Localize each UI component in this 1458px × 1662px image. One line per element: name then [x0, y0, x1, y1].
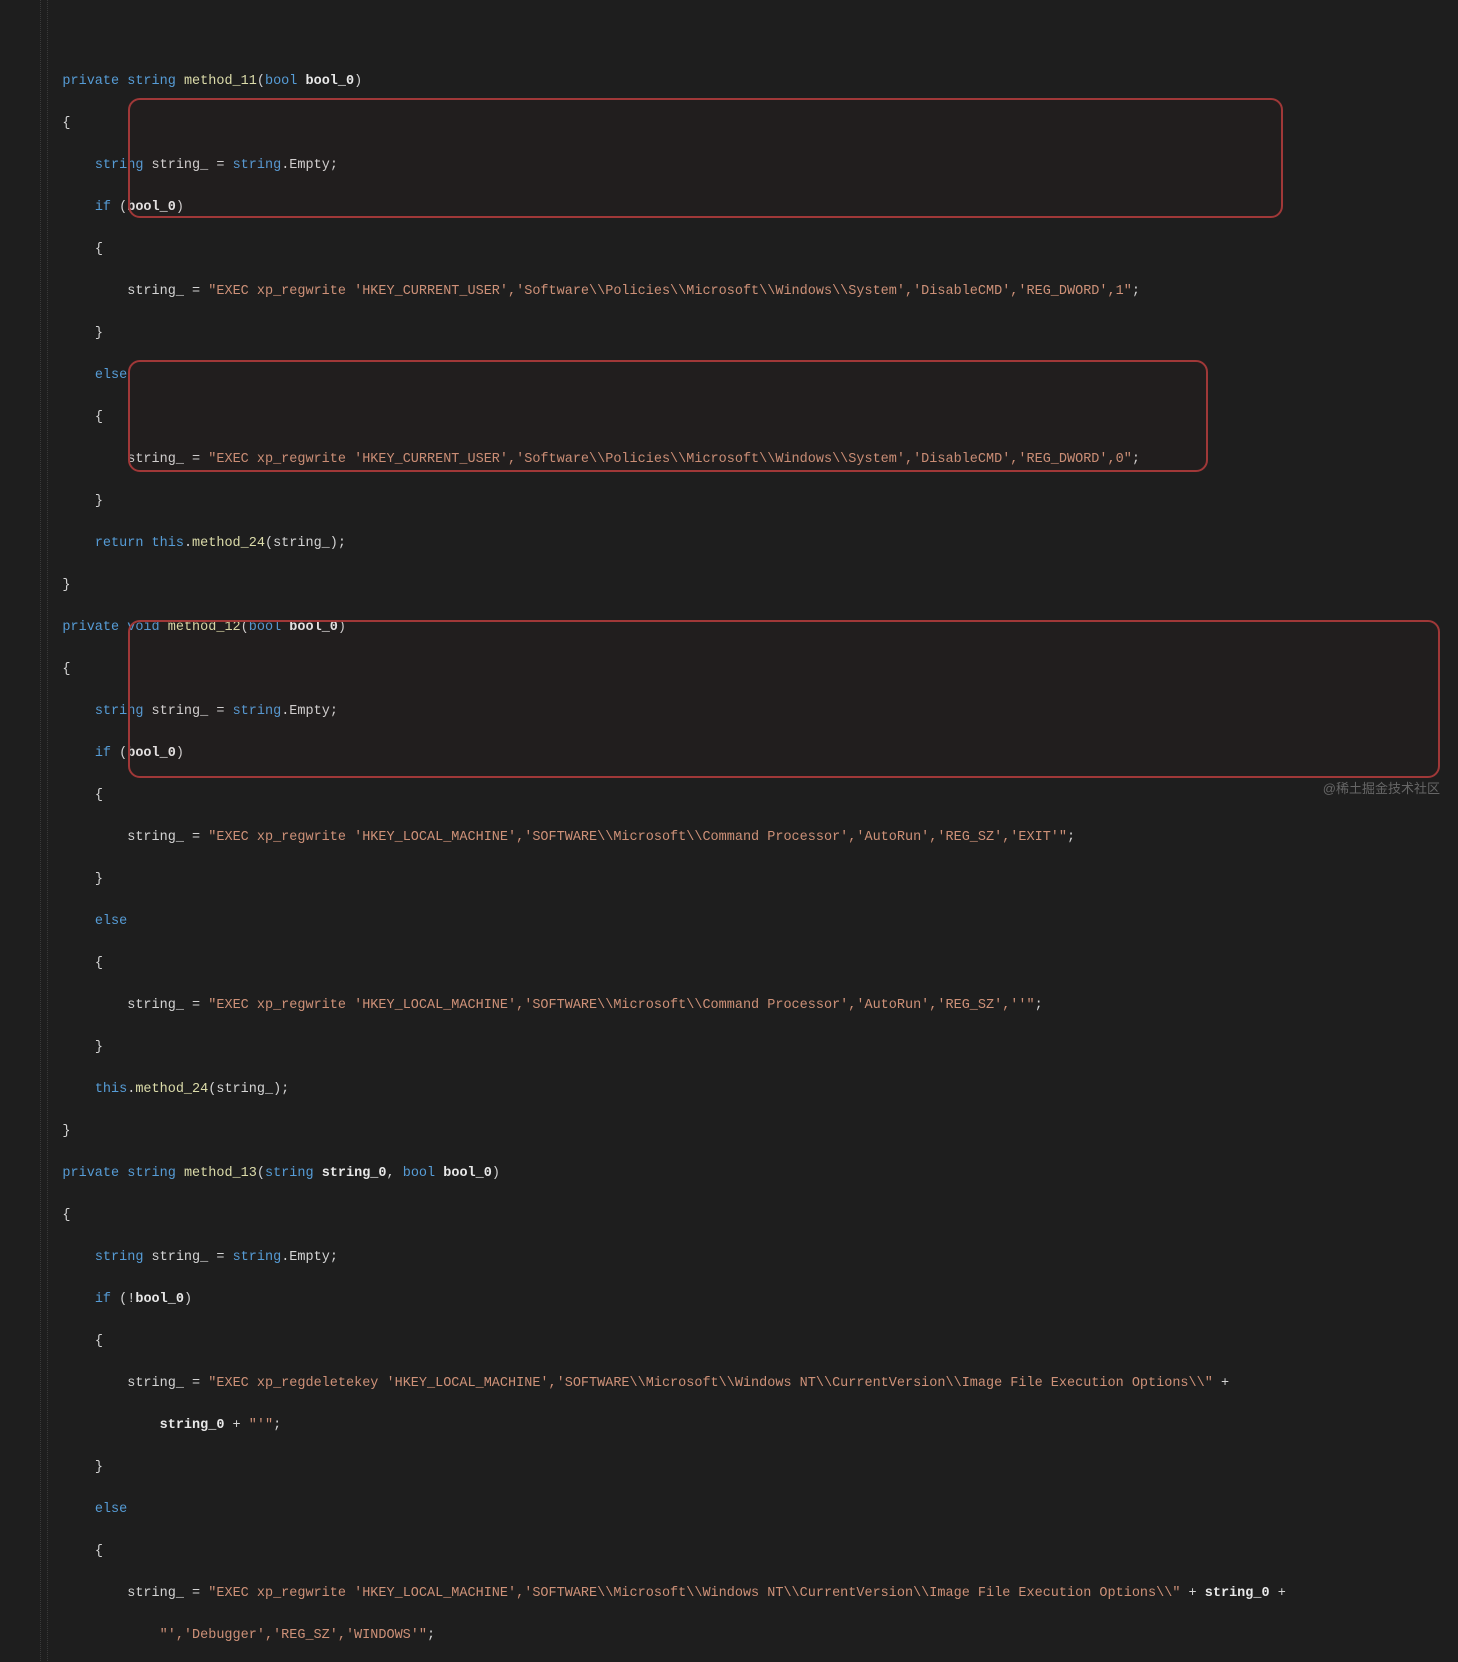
code-line: { [30, 1331, 1458, 1352]
code-line: this.method_24(string_); [30, 1079, 1458, 1100]
code-line: string_ = "EXEC xp_regwrite 'HKEY_LOCAL_… [30, 995, 1458, 1016]
code-line: string_ = "EXEC xp_regwrite 'HKEY_CURREN… [30, 281, 1458, 302]
code-line: else [30, 1499, 1458, 1520]
code-line: { [30, 1541, 1458, 1562]
code-editor[interactable]: private string method_11(bool bool_0) { … [0, 0, 1458, 1662]
code-line: { [30, 239, 1458, 260]
code-line: string_ = "EXEC xp_regwrite 'HKEY_LOCAL_… [30, 1583, 1458, 1604]
code-line: } [30, 491, 1458, 512]
code-line: if (bool_0) [30, 743, 1458, 764]
code-line: { [30, 659, 1458, 680]
code-line: { [30, 785, 1458, 806]
code-line: { [30, 1205, 1458, 1226]
code-line: string_0 + "'"; [30, 1415, 1458, 1436]
code-line: private void method_12(bool bool_0) [30, 617, 1458, 638]
code-line: { [30, 407, 1458, 428]
code-line: string string_ = string.Empty; [30, 1247, 1458, 1268]
code-line: } [30, 323, 1458, 344]
code-line: string string_ = string.Empty; [30, 155, 1458, 176]
code-line: return this.method_24(string_); [30, 533, 1458, 554]
code-line: string_ = "EXEC xp_regwrite 'HKEY_LOCAL_… [30, 827, 1458, 848]
code-line: } [30, 575, 1458, 596]
code-line: else [30, 911, 1458, 932]
watermark-text: @稀土掘金技术社区 [1323, 778, 1440, 799]
code-line: } [30, 1037, 1458, 1058]
code-line: { [30, 953, 1458, 974]
code-line: private string method_13(string string_0… [30, 1163, 1458, 1184]
code-line: } [30, 1121, 1458, 1142]
code-line: } [30, 1457, 1458, 1478]
code-line: { [30, 113, 1458, 134]
code-line: string_ = "EXEC xp_regwrite 'HKEY_CURREN… [30, 449, 1458, 470]
code-line: string_ = "EXEC xp_regdeletekey 'HKEY_LO… [30, 1373, 1458, 1394]
code-line: "','Debugger','REG_SZ','WINDOWS'"; [30, 1625, 1458, 1646]
code-line: } [30, 869, 1458, 890]
code-line: else [30, 365, 1458, 386]
code-line: if (!bool_0) [30, 1289, 1458, 1310]
code-line: private string method_11(bool bool_0) [30, 71, 1458, 92]
code-line: if (bool_0) [30, 197, 1458, 218]
code-line: string string_ = string.Empty; [30, 701, 1458, 722]
